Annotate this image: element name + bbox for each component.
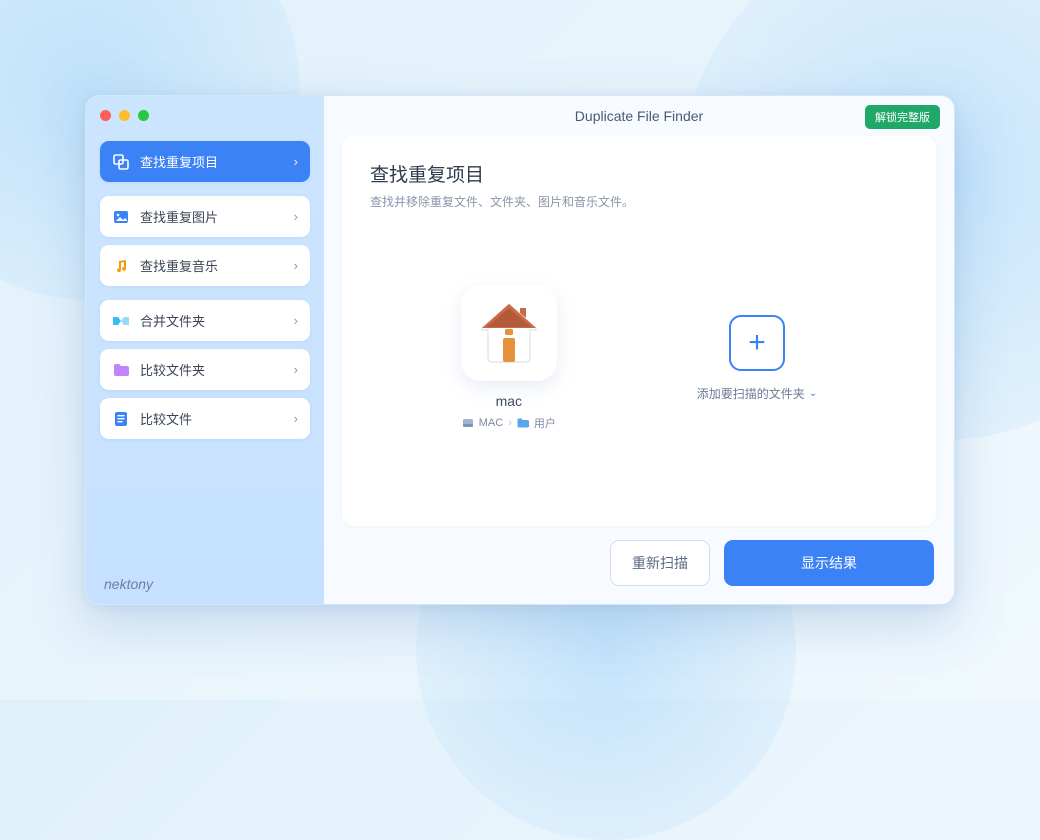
chevron-right-icon: › <box>294 362 298 377</box>
content-card: 查找重复项目 查找并移除重复文件、文件夹、图片和音乐文件。 <box>342 136 936 526</box>
scan-folder-card[interactable]: mac MAC › 用户 <box>461 285 557 431</box>
music-icon <box>112 257 130 275</box>
add-folder-button[interactable]: + <box>729 315 785 371</box>
chevron-right-icon: › <box>294 411 298 426</box>
breadcrumb-volume: MAC <box>479 417 503 429</box>
sidebar-item-compare-files[interactable]: 比较文件 › <box>100 398 310 439</box>
page-title: 查找重复项目 <box>370 160 908 187</box>
sidebar-item-label: 查找重复项目 <box>140 152 284 171</box>
plus-icon: + <box>748 328 766 358</box>
sidebar-item-label: 查找重复图片 <box>140 207 284 226</box>
sidebar-item-merge-folders[interactable]: 合并文件夹 › <box>100 300 310 341</box>
fullscreen-window-button[interactable] <box>138 110 149 121</box>
sidebar-item-label: 查找重复音乐 <box>140 256 284 275</box>
chevron-down-icon: ⌄ <box>809 388 817 399</box>
chevron-right-icon: › <box>294 154 298 169</box>
home-folder-icon <box>461 285 557 381</box>
sidebar-item-music[interactable]: 查找重复音乐 › <box>100 245 310 286</box>
breadcrumb: MAC › 用户 <box>462 415 556 431</box>
show-results-button[interactable]: 显示结果 <box>724 540 934 586</box>
file-icon <box>112 410 130 428</box>
rescan-button[interactable]: 重新扫描 <box>610 540 710 586</box>
brand-logo: nektony <box>100 576 310 592</box>
breadcrumb-dir: 用户 <box>534 415 556 431</box>
sidebar-item-compare-folders[interactable]: 比较文件夹 › <box>100 349 310 390</box>
merge-icon <box>112 312 130 330</box>
sidebar-item-label: 比较文件 <box>140 409 284 428</box>
folder-name: mac <box>496 393 522 409</box>
sidebar-item-images[interactable]: 查找重复图片 › <box>100 196 310 237</box>
add-folder-label: 添加要扫描的文件夹 <box>697 385 805 402</box>
chevron-right-icon: › <box>294 313 298 328</box>
app-window: 查找重复项目 › 查找重复图片 › 查找重复音乐 › <box>85 95 955 605</box>
folder-small-icon <box>517 417 529 429</box>
main-content: Duplicate File Finder 解锁完整版 查找重复项目 查找并移除… <box>324 96 954 604</box>
chevron-right-icon: › <box>294 258 298 273</box>
folder-icon <box>112 361 130 379</box>
titlebar: Duplicate File Finder 解锁完整版 <box>324 96 954 136</box>
unlock-full-button[interactable]: 解锁完整版 <box>865 105 940 129</box>
sidebar-item-label: 比较文件夹 <box>140 360 284 379</box>
page-subtitle: 查找并移除重复文件、文件夹、图片和音乐文件。 <box>370 193 770 210</box>
chevron-right-icon: › <box>508 417 512 429</box>
image-icon <box>112 208 130 226</box>
footer: 重新扫描 显示结果 <box>324 526 954 604</box>
add-folder-card: + 添加要扫描的文件夹 ⌄ <box>697 315 817 402</box>
window-controls <box>100 110 310 121</box>
add-folder-dropdown[interactable]: 添加要扫描的文件夹 ⌄ <box>697 385 817 402</box>
chevron-right-icon: › <box>294 209 298 224</box>
disk-icon <box>462 417 474 429</box>
sidebar-item-label: 合并文件夹 <box>140 311 284 330</box>
scan-area: mac MAC › 用户 + <box>370 210 908 506</box>
sidebar: 查找重复项目 › 查找重复图片 › 查找重复音乐 › <box>86 96 324 604</box>
close-window-button[interactable] <box>100 110 111 121</box>
app-title: Duplicate File Finder <box>575 108 703 124</box>
duplicate-items-icon <box>112 153 130 171</box>
minimize-window-button[interactable] <box>119 110 130 121</box>
sidebar-item-duplicates[interactable]: 查找重复项目 › <box>100 141 310 182</box>
